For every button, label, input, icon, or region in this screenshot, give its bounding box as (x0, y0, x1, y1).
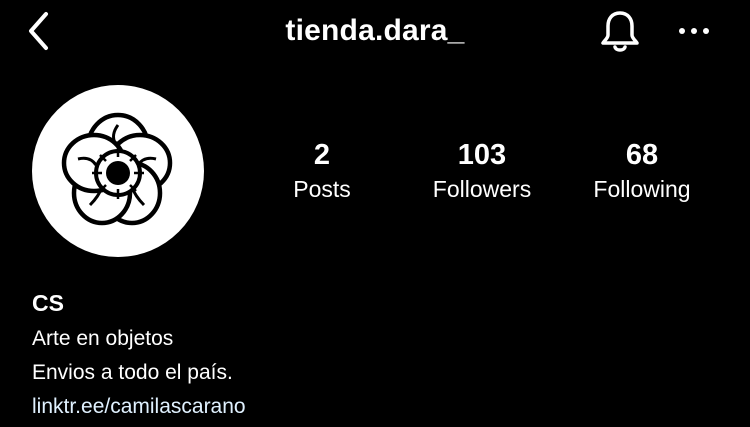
followers-count[interactable]: 103 Followers (412, 138, 552, 206)
bio-link[interactable]: linktr.ee/camilascarano (32, 390, 712, 424)
following-count-label: Following (593, 176, 691, 202)
flower-logo-icon (61, 112, 173, 226)
followers-count-label: Followers (432, 176, 532, 202)
following-count-value: 68 (625, 139, 659, 171)
bio-line: Arte en objetos (32, 327, 174, 350)
posts-count[interactable]: 2 Posts (272, 138, 372, 206)
more-options-button[interactable] (672, 16, 716, 46)
posts-count-label: Posts (293, 176, 351, 202)
bio-line: Envios a todo el país. (32, 361, 233, 384)
following-count[interactable]: 68 Following (572, 138, 712, 206)
followers-count-value: 103 (457, 139, 507, 171)
profile-display-name: CS (32, 290, 64, 316)
profile-bio: CS Arte en objetos Envios a todo el país… (32, 288, 712, 424)
posts-count-value: 2 (313, 139, 331, 171)
bell-icon (601, 11, 639, 52)
top-bar: tienda.dara_ (0, 0, 750, 64)
more-horizontal-icon (679, 28, 709, 34)
profile-avatar[interactable] (32, 85, 204, 257)
notifications-button[interactable] (597, 8, 643, 54)
